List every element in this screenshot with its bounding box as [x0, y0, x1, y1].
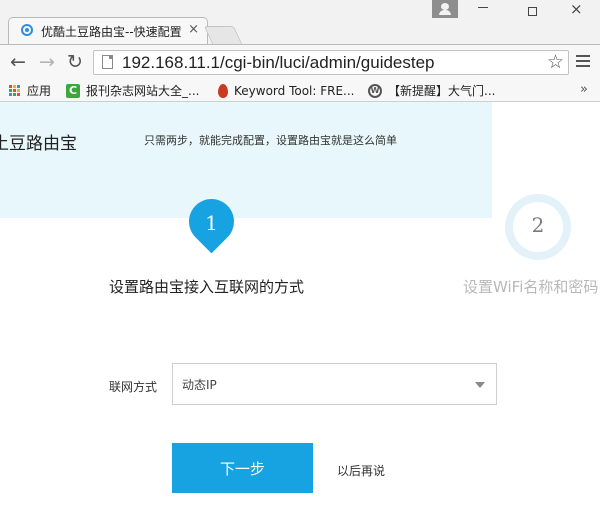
browser-title-bar: 优酷土豆路由宝--快速配置 × × — [0, 0, 600, 44]
bookmarks-overflow-icon[interactable]: » — [580, 82, 588, 97]
tudou-favicon-icon — [21, 24, 33, 36]
back-arrow-icon[interactable]: ← — [10, 51, 26, 73]
new-tab-button[interactable] — [203, 26, 243, 44]
tab-close-icon[interactable]: × — [188, 22, 199, 37]
bookmarks-bar: 应用 C 报刊杂志网站大全_... Keyword Tool: FRE... W… — [0, 80, 600, 102]
bookmark-reminder[interactable]: W 【新提醒】大气门... — [368, 80, 495, 101]
router-setup-page: 土豆路由宝 只需两步，就能完成配置，设置路由宝就是这么简单 1 2 设置路由宝接… — [0, 102, 600, 515]
bookmark-apps[interactable]: 应用 — [9, 80, 51, 101]
connection-type-label: 联网方式 — [109, 380, 158, 394]
address-bar[interactable]: 192.168.11.1/cgi-bin/luci/admin/guideste… — [93, 50, 569, 75]
user-profile-icon[interactable] — [432, 0, 458, 18]
window-close-icon[interactable]: × — [570, 1, 583, 17]
step-1-number: 1 — [205, 211, 218, 235]
bookmark-label: 【新提醒】大气门... — [388, 84, 496, 98]
bookmark-label: Keyword Tool: FRE... — [234, 83, 355, 98]
connection-type-select[interactable]: 动态IP — [172, 363, 497, 405]
bookmark-star-icon[interactable]: ☆ — [547, 51, 564, 73]
tagline: 只需两步，就能完成配置，设置路由宝就是这么简单 — [144, 134, 397, 147]
reload-icon[interactable]: ↻ — [67, 51, 83, 73]
dropdown-arrow-icon — [475, 382, 485, 388]
step-1-label: 设置路由宝接入互联网的方式 — [109, 278, 305, 296]
step-2-label: 设置WiFi名称和密码 — [463, 278, 599, 296]
bookmark-magazines[interactable]: C 报刊杂志网站大全_... — [66, 80, 199, 101]
green-c-icon: C — [66, 83, 80, 98]
bookmark-label: 报刊杂志网站大全_... — [86, 84, 200, 98]
forward-arrow-icon[interactable]: → — [39, 51, 55, 73]
maximize-icon[interactable] — [528, 7, 537, 16]
step-2-number: 2 — [531, 213, 545, 237]
connection-type-value: 动态IP — [182, 378, 217, 392]
tab-title: 优酷土豆路由宝--快速配置 — [41, 25, 182, 39]
url-text[interactable]: 192.168.11.1/cgi-bin/luci/admin/guideste… — [122, 53, 435, 73]
browser-tab[interactable]: 优酷土豆路由宝--快速配置 × — [8, 17, 208, 44]
next-step-button[interactable]: 下一步 — [172, 443, 313, 493]
menu-icon[interactable] — [576, 55, 590, 70]
apps-grid-icon — [9, 85, 20, 96]
flame-icon — [218, 83, 228, 98]
later-link[interactable]: 以后再说 — [337, 462, 385, 479]
minimize-icon[interactable] — [478, 7, 488, 8]
brand-title: 土豆路由宝 — [0, 134, 77, 154]
bookmark-label: 应用 — [27, 84, 52, 98]
page-icon — [102, 55, 113, 69]
hero-banner: 土豆路由宝 只需两步，就能完成配置，设置路由宝就是这么简单 — [0, 102, 492, 218]
browser-toolbar: ← → ↻ 192.168.11.1/cgi-bin/luci/admin/gu… — [0, 44, 600, 80]
bookmark-keyword-tool[interactable]: Keyword Tool: FRE... — [218, 80, 355, 101]
wordpress-icon: W — [368, 83, 382, 98]
